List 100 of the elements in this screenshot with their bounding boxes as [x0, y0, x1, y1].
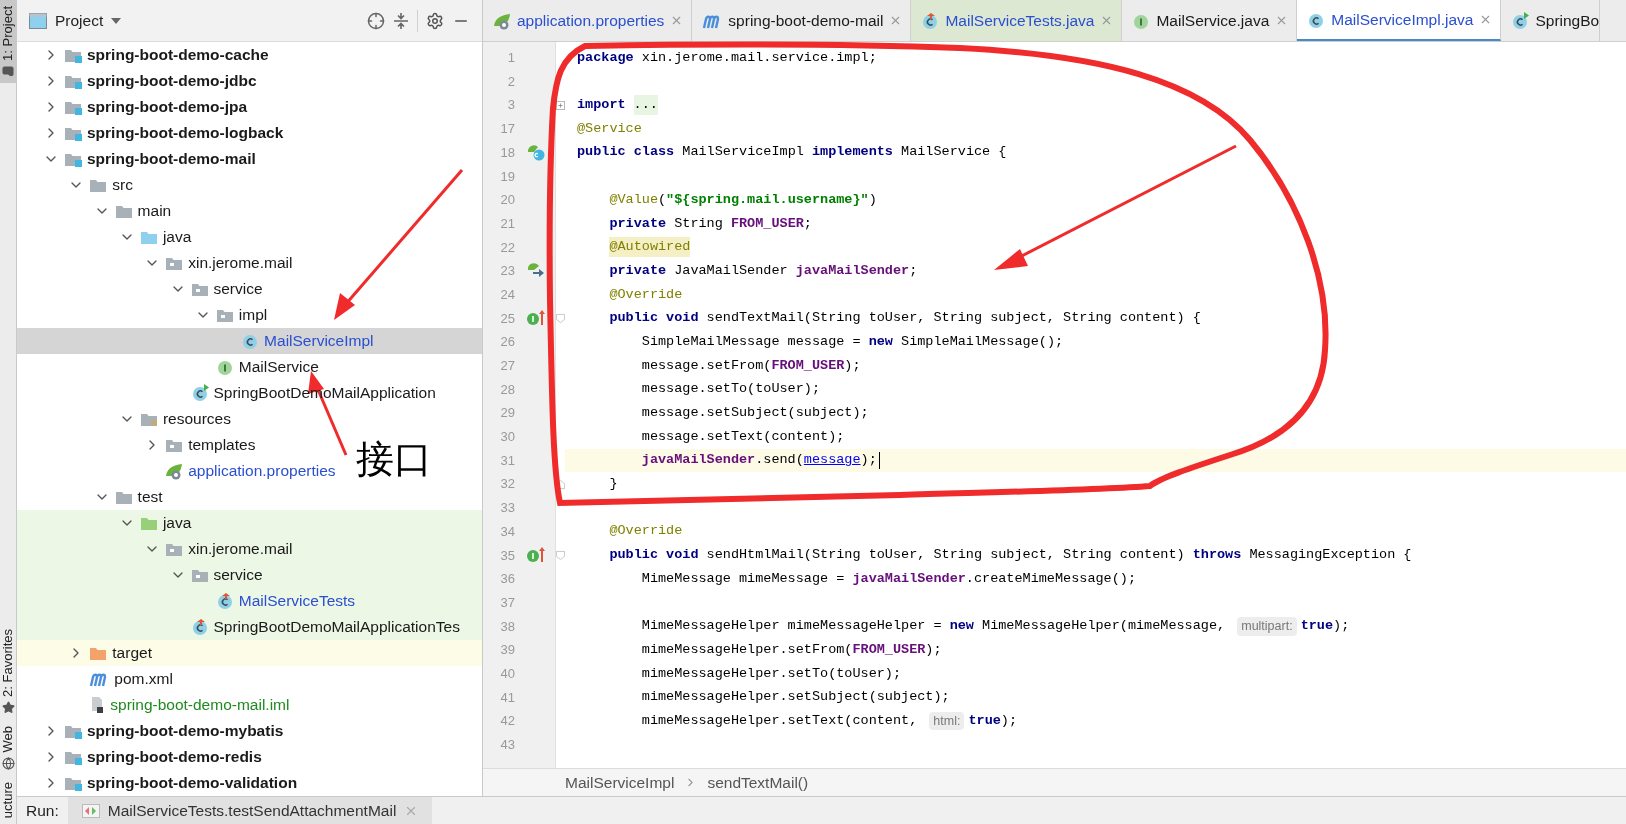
tree-item[interactable]: impl [194, 302, 268, 328]
tree-item[interactable]: templates [144, 432, 256, 458]
code-line: javaMailSender.send(message); [640, 451, 877, 470]
tree-item[interactable]: service [169, 562, 263, 588]
tree-item[interactable]: MailServiceTests [194, 588, 356, 614]
tree-item[interactable]: spring-boot-demo-redis [43, 744, 262, 770]
line-number: 41 [499, 688, 516, 707]
fold-plus-icon[interactable] [556, 99, 565, 111]
tree-item[interactable]: xin.jerome.mail [144, 250, 293, 276]
line-number: 40 [499, 664, 516, 683]
folder-icon [114, 489, 133, 505]
tool-window-tab[interactable]: 2: Favorites [0, 623, 16, 721]
tree-item[interactable]: xin.jerome.mail [144, 536, 293, 562]
code-line: package xin.jerome.mail.service.impl; [577, 48, 877, 67]
tool-window-tab[interactable]: Web [0, 720, 16, 776]
fold-marker-icon[interactable] [556, 549, 565, 561]
breadcrumb[interactable]: sendTextMail() [707, 770, 809, 795]
collapse-all-icon[interactable] [393, 11, 409, 30]
line-number: 26 [499, 333, 516, 352]
annotation-text: 接口 [356, 440, 432, 478]
module-folder-icon [64, 749, 82, 765]
star-icon [1, 701, 15, 715]
class-icon [1511, 11, 1530, 30]
line-number: 39 [499, 641, 516, 660]
tree-item[interactable]: test [93, 484, 163, 510]
line-number: 25 [499, 309, 516, 328]
implements-icon[interactable] [526, 546, 546, 565]
line-number: 30 [499, 428, 516, 447]
code-line: message.setFrom(FROM_USER); [640, 356, 861, 375]
tree-item[interactable]: spring-boot-demo-mail [43, 146, 256, 172]
line-number: 24 [499, 285, 516, 304]
breadcrumb[interactable]: MailServiceImpl [565, 770, 675, 795]
run-tab[interactable]: MailServiceTests.testSendAttachmentMail [67, 797, 433, 824]
locate-icon[interactable] [367, 11, 385, 30]
tree-item[interactable]: MailServiceImpl [220, 328, 374, 354]
tree-item[interactable]: java [118, 510, 192, 536]
dropdown-caret-icon[interactable] [111, 17, 122, 24]
editor-tab[interactable]: MailServiceImpl.java [1297, 0, 1502, 41]
tree-item[interactable]: src [68, 172, 133, 198]
code-line: mimeMessageHelper.setText(content, html: true); [577, 710, 1018, 732]
fold-marker-icon[interactable] [556, 312, 565, 324]
line-number: 36 [499, 570, 516, 589]
tool-window-tab[interactable]: ucture [0, 775, 16, 824]
line-number: 27 [499, 357, 516, 376]
tree-item[interactable]: java [118, 224, 192, 250]
tree-item[interactable]: spring-boot-demo-jpa [43, 94, 248, 120]
tree-item[interactable]: resources [118, 406, 231, 432]
panel-title[interactable]: Project [55, 8, 104, 33]
test-class-icon [190, 618, 209, 636]
package-folder-icon [190, 281, 209, 297]
tree-item[interactable]: spring-boot-demo-mail.iml [68, 692, 290, 718]
line-number: 33 [499, 499, 516, 518]
run-label: Run: [25, 800, 60, 821]
tree-item[interactable]: pom.xml [68, 666, 173, 692]
code-line: public void sendTextMail(String toUser, String subject, String content) { [608, 309, 1201, 328]
line-number: 28 [499, 380, 516, 399]
folder-icon [114, 203, 133, 219]
test-run-icon [81, 803, 100, 818]
tree-item[interactable]: service [169, 276, 263, 302]
line-number: 22 [499, 238, 516, 257]
tree-item[interactable]: spring-boot-demo-jdbc [43, 68, 257, 94]
folder-icon [89, 177, 108, 193]
line-number: 34 [499, 522, 516, 541]
test-class-icon [921, 11, 940, 30]
file-icon [89, 696, 106, 714]
line-number: 42 [499, 712, 516, 731]
module-folder-icon [64, 99, 82, 115]
code-line: SimpleMailMessage message = new SimpleMailMessage(); [640, 332, 1064, 351]
editor-tab[interactable]: MailServiceTests.java [911, 0, 1123, 41]
tree-item[interactable]: MailService [194, 354, 319, 380]
line-number: 31 [499, 451, 516, 470]
tree-item[interactable]: spring-boot-demo-validation [43, 770, 298, 796]
tree-item[interactable]: main [93, 198, 172, 224]
folder-icon [139, 411, 158, 427]
text-caret [878, 452, 881, 470]
line-number: 21 [499, 214, 516, 233]
code-line: @Value("${spring.mail.username}") [608, 190, 877, 209]
folder-icon [139, 515, 158, 531]
line-number: 35 [499, 546, 516, 565]
tree-item[interactable]: application.properties [144, 458, 336, 484]
folder-icon [139, 229, 158, 245]
tool-window-tab[interactable]: 1: Project [0, 0, 16, 83]
package-folder-icon [165, 437, 184, 453]
line-number: 38 [499, 617, 516, 636]
window-icon [29, 12, 47, 29]
test-class-icon [215, 592, 234, 610]
tree-item[interactable]: spring-boot-demo-cache [43, 42, 269, 68]
tree-item[interactable]: spring-boot-demo-mybatis [43, 718, 284, 744]
code-line: public void sendHtmlMail(String toUser, String subject, String content) throws MessagingException { [608, 546, 1412, 565]
code-line: mimeMessageHelper.setSubject(subject); [640, 688, 950, 707]
tree-item[interactable]: spring-boot-demo-logback [43, 120, 284, 146]
globe-icon [1, 756, 15, 770]
implements-icon[interactable] [526, 309, 546, 328]
tree-item[interactable]: target [68, 640, 152, 666]
settings-icon[interactable] [426, 11, 444, 30]
module-folder-icon [64, 47, 82, 63]
module-folder-icon [64, 125, 82, 141]
package-folder-icon [165, 255, 184, 271]
tree-item[interactable]: SpringBootDemoMailApplicationTes [169, 614, 460, 640]
line-number: 1 [506, 49, 516, 68]
